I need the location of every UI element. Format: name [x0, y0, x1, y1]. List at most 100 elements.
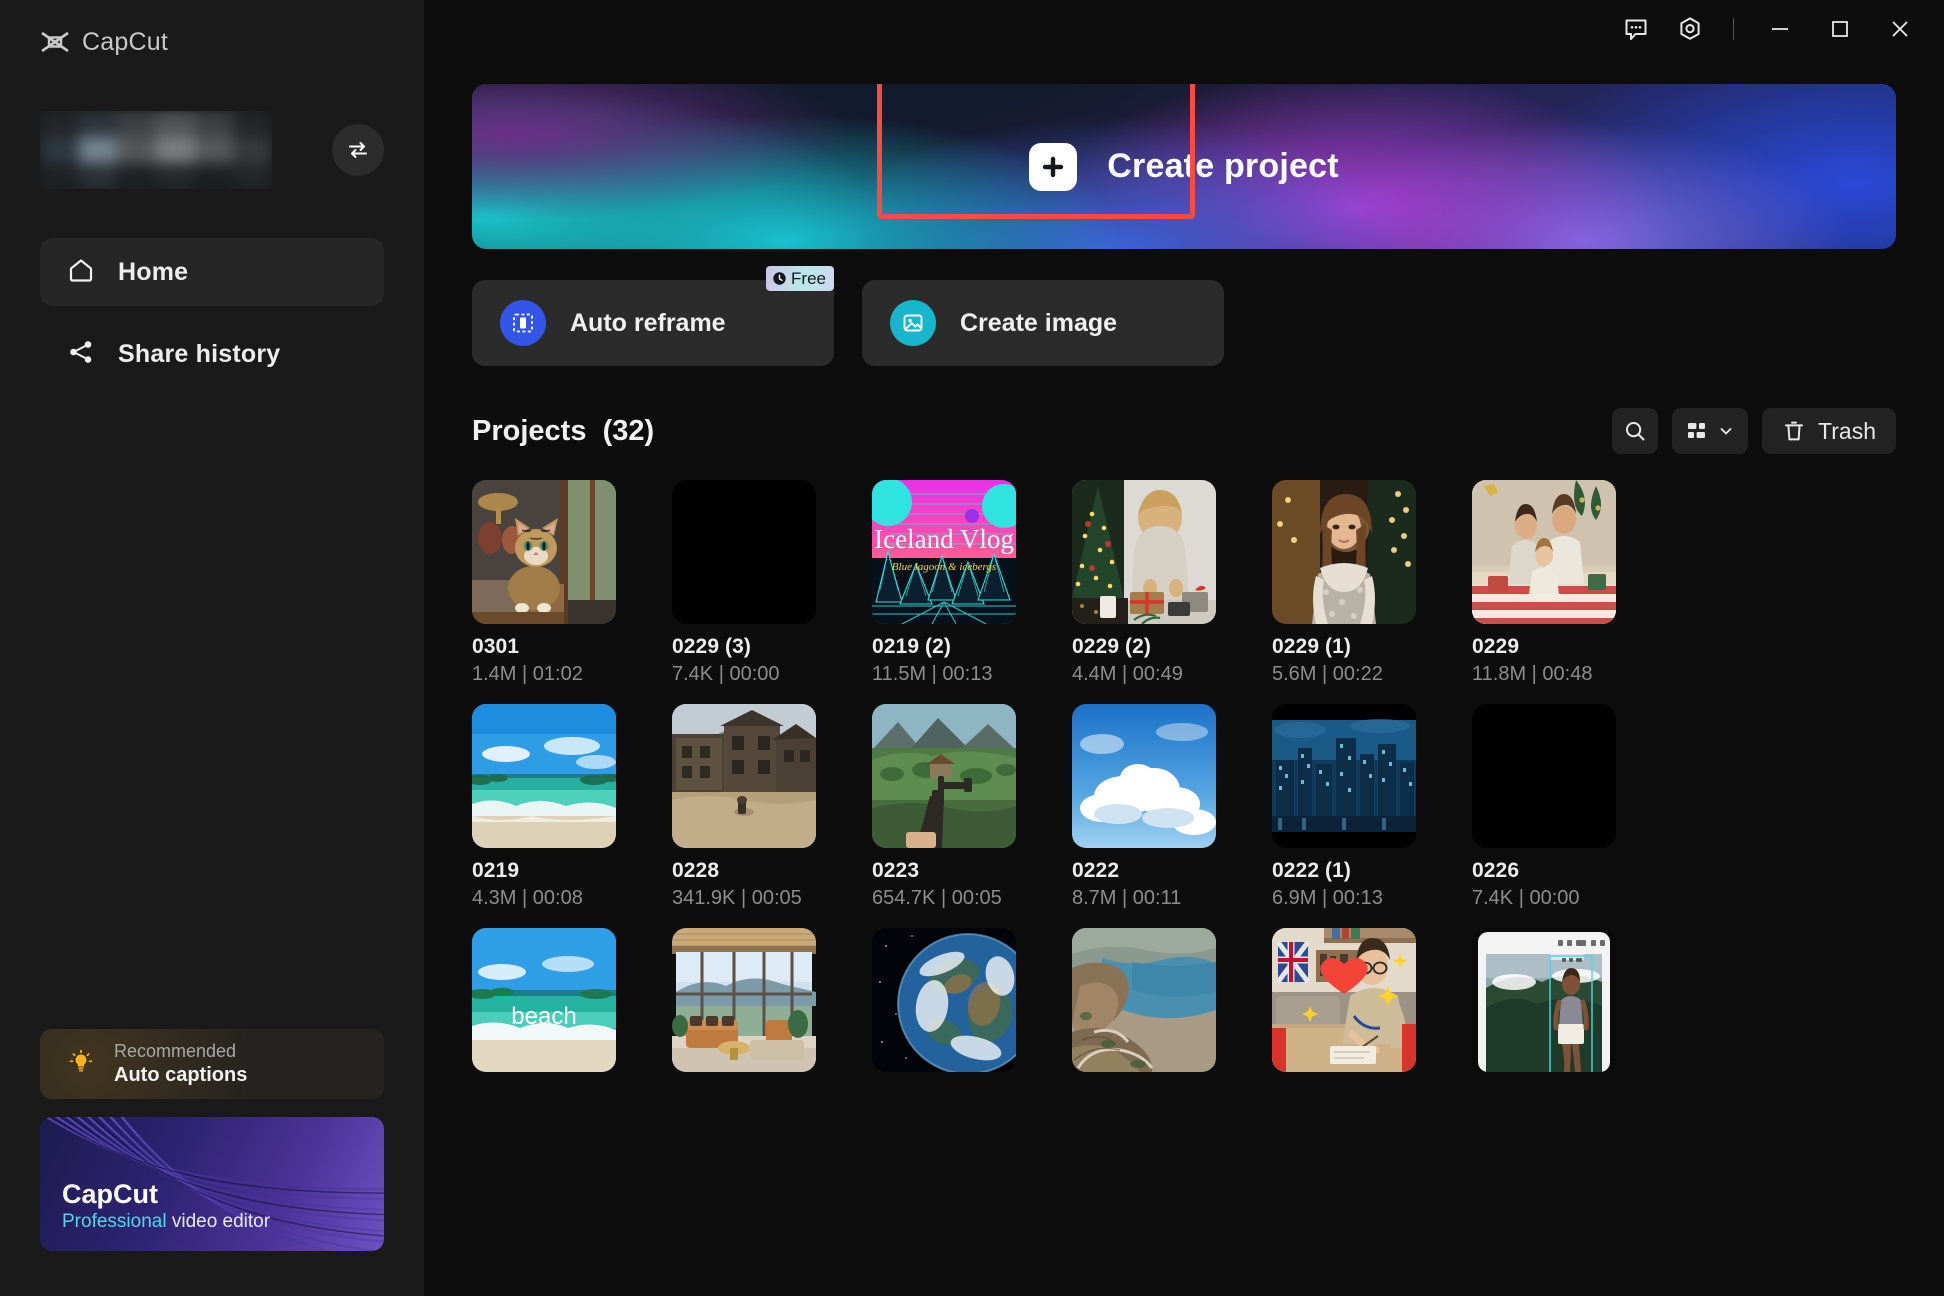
project-title: 0229 (1) [1272, 635, 1352, 658]
account-name-masked [40, 111, 272, 189]
lightbulb-icon [66, 1047, 96, 1082]
account-row[interactable] [40, 104, 384, 196]
create-project-button[interactable]: Create project [975, 107, 1392, 227]
project-card[interactable]: 0222 8.7M | 00:11 [1072, 704, 1216, 910]
main-area: Create project Auto reframe Free Create … [424, 0, 1944, 1296]
earth-space-thumb [872, 928, 1016, 1072]
project-meta: 5.6M | 00:22 [1272, 663, 1383, 685]
project-card[interactable] [672, 928, 816, 1072]
plus-icon [1029, 142, 1078, 191]
project-card[interactable]: beach [472, 928, 616, 1072]
create-image-card[interactable]: Create image [862, 280, 1224, 366]
maximize-icon [1832, 21, 1848, 37]
game-village-thumb [672, 704, 816, 848]
project-meta: 6.9M | 00:13 [1272, 887, 1383, 909]
project-thumbnail [672, 480, 816, 624]
project-card[interactable]: 0229 (1) 5.6M | 00:22 [1272, 480, 1416, 686]
project-meta: 654.7K | 00:05 [872, 887, 1002, 909]
game-valley-gun-thumb [872, 704, 1016, 848]
auto-reframe-icon [500, 300, 546, 346]
speech-bubble-icon [1625, 19, 1647, 40]
project-title: 0229 [1472, 635, 1520, 658]
promo-subtitle-rest: video editor [166, 1211, 271, 1233]
feedback-button[interactable] [1609, 6, 1663, 52]
chevron-down-icon [1720, 428, 1732, 435]
search-button[interactable] [1612, 408, 1659, 454]
maximize-button[interactable] [1810, 6, 1870, 52]
sidebar-item-home[interactable]: Home [40, 238, 384, 306]
project-title: 0301 [472, 635, 520, 658]
project-title: 0222 [1072, 859, 1120, 882]
coast-road-thumb [1072, 928, 1216, 1072]
project-thumbnail: Iceland Vlog Blue lagoon & icebergs [872, 480, 1016, 624]
project-card[interactable]: 0226 7.4K | 00:00 [1472, 704, 1616, 910]
minimize-button[interactable] [1750, 6, 1810, 52]
minimize-icon [1772, 28, 1788, 30]
create-image-label: Create image [960, 308, 1118, 337]
project-card[interactable]: 0219 4.3M | 00:08 [472, 704, 616, 910]
project-meta: 1.4M | 01:02 [472, 663, 583, 685]
project-card[interactable] [1272, 928, 1416, 1072]
project-card[interactable]: 0229 (2) 4.4M | 00:49 [1072, 480, 1216, 686]
sidebar-item-share-history-label: Share history [118, 339, 281, 368]
project-meta: 11.5M | 00:13 [872, 663, 993, 685]
beach-text-thumb: beach [472, 928, 616, 1072]
projects-title: Projects (32) [472, 415, 654, 448]
free-badge-label: Free [791, 268, 826, 288]
auto-reframe-label: Auto reframe [570, 308, 726, 337]
recommended-title: Auto captions [114, 1063, 248, 1086]
project-thumbnail [1272, 928, 1416, 1072]
promo-title: CapCut [62, 1179, 158, 1210]
window-titlebar [1609, 0, 1944, 58]
create-project-banner: Create project [472, 84, 1896, 249]
project-title: 0226 [1472, 859, 1520, 882]
project-card[interactable] [1472, 928, 1616, 1072]
project-card[interactable] [1072, 928, 1216, 1072]
projects-grid: 0301 1.4M | 01:02 0229 (3) 7.4K | 00:00 [472, 480, 1896, 1072]
sidebar-promo-area: Recommended Auto captions CapCut Profess… [40, 1029, 384, 1251]
project-card[interactable]: 0228 341.9K | 00:05 [672, 704, 816, 910]
woman-desk-heart-thumb [1272, 928, 1416, 1072]
capcut-pro-promo-card[interactable]: CapCut Professional video editor [40, 1117, 384, 1251]
home-icon [66, 255, 96, 290]
switch-account-button[interactable] [332, 124, 384, 176]
settings-button[interactable] [1663, 6, 1717, 52]
iceland-vlog-thumb: Iceland Vlog Blue lagoon & icebergs [872, 480, 1016, 624]
project-thumbnail: beach [472, 928, 616, 1072]
quick-action-cards: Auto reframe Free Create image [472, 266, 1896, 366]
main-content: Create project Auto reframe Free Create … [472, 84, 1896, 1072]
create-project-label: Create project [1107, 147, 1339, 185]
project-thumbnail [1072, 704, 1216, 848]
recommended-subtitle: Recommended [114, 1041, 237, 1062]
sidebar-item-share-history[interactable]: Share history [40, 320, 384, 388]
close-button[interactable] [1870, 6, 1930, 52]
trash-button[interactable]: Trash [1762, 408, 1896, 454]
sidebar-item-home-label: Home [118, 257, 189, 286]
project-card[interactable]: 0222 (1) 6.9M | 00:13 [1272, 704, 1416, 910]
project-card[interactable]: Iceland Vlog Blue lagoon & icebergs 0219… [872, 480, 1016, 686]
search-icon [1626, 422, 1645, 441]
project-thumbnail [872, 928, 1016, 1072]
image-icon [890, 300, 936, 346]
project-card[interactable]: 0229 11.8M | 00:48 [1472, 480, 1616, 686]
living-room-thumb [672, 928, 816, 1072]
auto-reframe-card[interactable]: Auto reframe Free [472, 266, 834, 366]
project-title: 0219 [472, 859, 520, 882]
sidebar-nav: Home Share history [0, 238, 424, 388]
project-meta: 7.4K | 00:00 [1472, 887, 1580, 909]
project-card[interactable]: 0229 (3) 7.4K | 00:00 [672, 480, 816, 686]
project-thumbnail [672, 928, 816, 1072]
share-icon [66, 337, 96, 372]
app-brand: CapCut [0, 0, 424, 62]
project-thumbnail [1472, 480, 1616, 624]
recommended-auto-captions-card[interactable]: Recommended Auto captions [40, 1029, 384, 1099]
project-title: 0222 (1) [1272, 859, 1352, 882]
project-card[interactable]: 0223 654.7K | 00:05 [872, 704, 1016, 910]
promo-subtitle-accent: Professional [62, 1211, 167, 1233]
beach-sunny-thumb [472, 704, 616, 848]
project-card[interactable] [872, 928, 1016, 1072]
project-card[interactable]: 0301 1.4M | 01:02 [472, 480, 616, 686]
view-mode-button[interactable] [1672, 408, 1749, 454]
project-meta: 4.3M | 00:08 [472, 887, 583, 909]
app-name: CapCut [82, 27, 168, 56]
